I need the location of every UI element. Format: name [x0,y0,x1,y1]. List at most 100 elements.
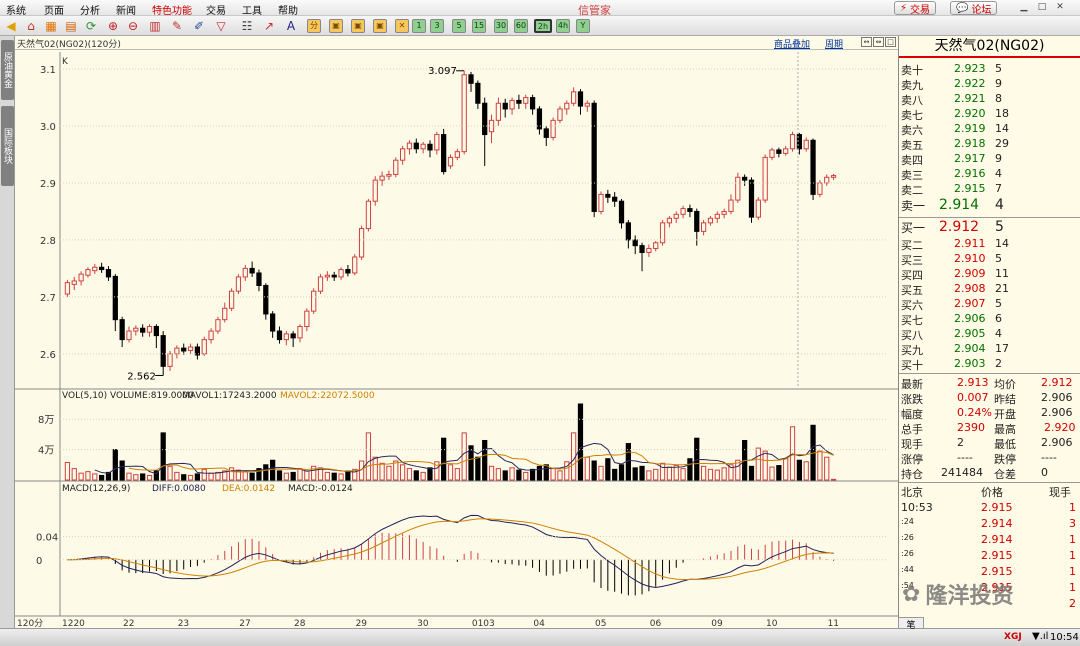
volume-bar [796,459,802,481]
volume-bar [646,470,652,481]
stats-divider [899,373,1080,374]
line-chart-icon[interactable]: ↗ [262,19,276,33]
bottom-tab-trades[interactable]: 笔 [898,617,924,631]
forum-button[interactable]: 💬 论坛 [950,1,998,16]
tick-volume: 1 [1069,549,1076,562]
period-button-minute[interactable]: 分 [307,19,321,33]
menu-trade[interactable]: 交易 [206,2,226,17]
stat-label: 总手 [901,423,923,436]
text-icon[interactable]: A [284,19,298,33]
period-button-x[interactable]: ✕ [395,19,409,33]
bid-label: 买一 [901,221,926,235]
home-icon[interactable]: ⌂ [24,19,38,33]
candle-body [386,173,392,177]
period-button-1[interactable]: 1 [412,19,426,33]
period-button-60[interactable]: 60 [514,19,528,33]
candle-body [324,274,330,278]
menu-tools[interactable]: 工具 [242,2,262,17]
stat-value: 0.007 [957,391,989,404]
bid-price: 2.908 [954,282,986,295]
period-button-3[interactable]: 3 [430,19,444,33]
volume-bar [598,465,604,481]
volume-bar [666,466,673,481]
candle-body [783,148,789,154]
x-tick-label: 29 [356,619,368,628]
side-tab-oil-gold[interactable]: 原油黄金 [1,40,14,100]
tick-price: 2.914 [981,533,1013,546]
period-button-y[interactable]: Y [576,19,590,33]
table-icon[interactable]: ☷ [240,19,254,33]
candle-body [201,339,207,355]
candle-body [577,91,584,107]
candle-body [133,327,139,332]
stat-value: 0 [1041,466,1048,479]
ask-label: 卖一 [901,199,926,213]
ask-label: 卖五 [901,139,923,152]
period-button-month-chart[interactable]: ▣ [373,19,387,33]
tick-time: 10:53 [901,501,933,514]
volume-bar [488,465,495,481]
side-tab-intl[interactable]: 国际板块 [1,106,14,186]
volume-bar [605,458,611,481]
candle-body [605,193,611,198]
ask-label: 卖二 [901,184,923,197]
x-tick-label: 0103 [472,619,495,628]
zoom-out-icon[interactable]: ⊖ [126,19,140,33]
pen-icon[interactable]: ✎ [170,19,184,33]
candle-body [707,217,714,224]
chart-canvas[interactable]: 3.1 3.0 2.9 2.8 2.7 2.6 K 3.097 2.562 VOL(5,10) V… [15,36,898,628]
period-button-2h[interactable]: 2h [534,19,552,33]
volume-bar [283,472,289,481]
stat-label: 持仓 [901,468,923,481]
macd-diff-label: DIFF:0.0080 [152,484,206,494]
bid-label: 买六 [901,299,923,312]
menu-news[interactable]: 新闻 [116,2,136,17]
price-panel [64,70,837,376]
menu-system[interactable]: 系统 [6,2,26,17]
volume-bar [71,468,77,481]
trade-button[interactable]: ⚡ 交易 [894,1,937,16]
stat-value: ---- [1041,451,1057,464]
volume-bar [420,471,426,481]
candle-body [817,182,823,195]
stock-icon[interactable]: ▦ [44,19,58,33]
macd-tick-label: 0 [36,556,42,567]
period-label: 120分 [17,618,43,628]
list-icon[interactable]: ▤ [64,19,78,33]
refresh-icon[interactable]: ⟳ [84,19,98,33]
candle-body [700,222,707,232]
ask-volume: 4 [995,197,1004,213]
volume-bar [338,473,344,481]
filter-icon[interactable]: ▽ [214,19,228,33]
candle-body [406,142,413,150]
candle-body [646,247,652,253]
menu-page[interactable]: 页面 [44,2,64,17]
x-tick-label: 28 [294,619,306,628]
period-button-4h[interactable]: 4h [556,19,570,33]
menu-special[interactable]: 特色功能 [152,2,192,17]
menu-analysis[interactable]: 分析 [80,2,100,17]
price-tick-label: 3.1 [40,65,56,76]
period-button-day-chart[interactable]: ▣ [329,19,343,33]
stat-value: 2.913 [957,376,989,389]
bid-volume: 6 [995,312,1002,325]
volume-bar [228,467,235,481]
stat-label: 昨结 [994,393,1016,406]
period-button-5[interactable]: 5 [452,19,466,33]
back-arrow-icon[interactable]: ◀ [4,19,18,33]
period-button-30[interactable]: 30 [494,19,508,33]
maximize-icon[interactable]: □ [1036,2,1048,13]
ticks-header-price: 价格 [981,486,1003,499]
minimize-icon[interactable]: ▁ [1018,2,1030,13]
period-button-week-chart[interactable]: ▣ [351,19,365,33]
volume-bar [427,467,433,481]
menu-help[interactable]: 帮助 [278,2,298,17]
period-button-15[interactable]: 15 [472,19,486,33]
chart-icon[interactable]: ▥ [148,19,162,33]
draw-icon[interactable]: ✐ [192,19,206,33]
bid-label: 买四 [901,269,923,282]
candle-body [502,102,508,110]
zoom-in-icon[interactable]: ⊕ [106,19,120,33]
candle-body [140,327,146,333]
close-icon[interactable]: ✕ [1054,2,1066,13]
